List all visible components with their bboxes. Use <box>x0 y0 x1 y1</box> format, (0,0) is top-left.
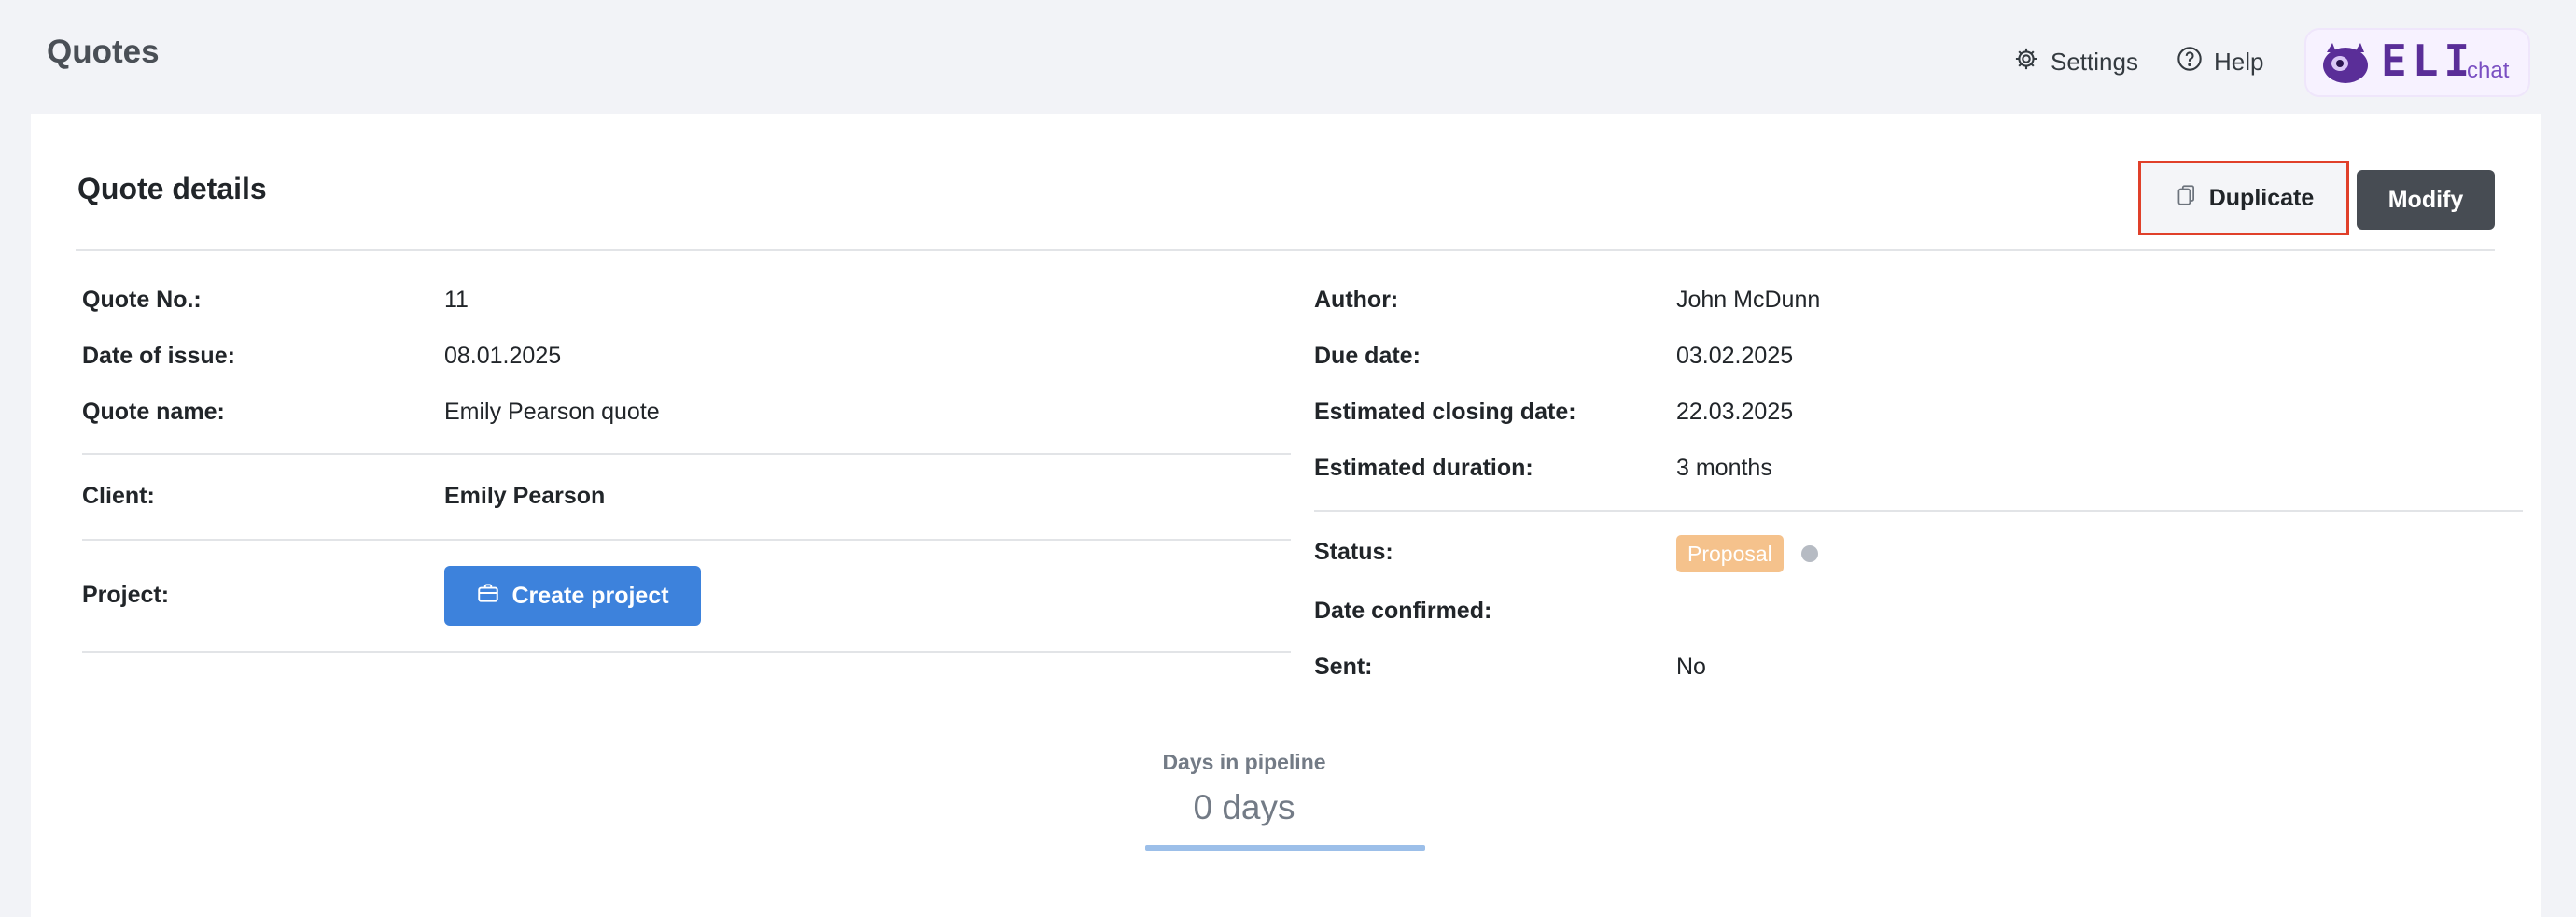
briefcase-icon <box>476 581 500 612</box>
duplicate-button[interactable]: Duplicate <box>2138 161 2349 235</box>
card-title: Quote details <box>77 172 267 205</box>
estimated-duration-value: 3 months <box>1676 455 1772 481</box>
settings-link[interactable]: Settings <box>2013 43 2138 80</box>
duplicate-label: Duplicate <box>2208 184 2315 211</box>
help-link[interactable]: Help <box>2177 43 2263 80</box>
author-value: John McDunn <box>1676 287 1821 313</box>
estimated-duration-label: Estimated duration: <box>1314 455 1533 481</box>
eli-chat-label: chat <box>2467 58 2510 83</box>
date-of-issue-value: 08.01.2025 <box>444 343 562 369</box>
client-value: Emily Pearson <box>444 483 606 509</box>
days-in-pipeline-label: Days in pipeline <box>1162 750 1326 774</box>
help-label: Help <box>2214 47 2264 76</box>
status-label: Status: <box>1314 539 1393 565</box>
author-label: Author: <box>1314 287 1399 313</box>
settings-label: Settings <box>2051 47 2138 76</box>
page-title: Quotes <box>47 34 160 70</box>
date-of-issue-label: Date of issue: <box>82 343 235 369</box>
date-confirmed-label: Date confirmed: <box>1314 598 1492 624</box>
divider <box>82 539 1291 541</box>
quote-details-card: Quote details Duplicate Modify Quote No.… <box>31 114 2541 917</box>
quote-no-value: 11 <box>444 287 469 313</box>
due-date-value: 03.02.2025 <box>1676 343 1794 369</box>
create-project-label: Create project <box>511 582 669 609</box>
project-label: Project: <box>82 582 170 608</box>
help-circle-icon <box>2177 46 2203 78</box>
copy-icon <box>2174 183 2198 214</box>
estimated-closing-date-label: Estimated closing date: <box>1314 399 1576 425</box>
quote-name-value: Emily Pearson quote <box>444 399 660 425</box>
divider <box>82 453 1291 455</box>
eli-chat-button[interactable]: ELI chat <box>2304 28 2530 97</box>
days-in-pipeline-value: 0 days <box>1193 788 1295 826</box>
sent-value: No <box>1676 654 1706 680</box>
divider <box>82 651 1291 653</box>
divider <box>1314 510 2523 512</box>
due-date-label: Due date: <box>1314 343 1421 369</box>
estimated-closing-date-value: 22.03.2025 <box>1676 399 1794 425</box>
client-label: Client: <box>82 483 155 509</box>
gear-icon <box>2013 46 2039 78</box>
header-divider <box>76 249 2495 251</box>
create-project-button[interactable]: Create project <box>444 566 701 626</box>
sent-label: Sent: <box>1314 654 1373 680</box>
quote-no-label: Quote No.: <box>82 287 202 313</box>
eli-logo-text: ELI <box>2381 35 2476 86</box>
pipeline-underline <box>1145 845 1425 851</box>
status-badge: Proposal <box>1676 535 1784 572</box>
status-indicator-dot <box>1801 545 1818 562</box>
top-bar: Quotes Settings Help ELI chat <box>0 0 2576 114</box>
modify-button[interactable]: Modify <box>2357 170 2495 230</box>
quote-name-label: Quote name: <box>82 399 225 425</box>
